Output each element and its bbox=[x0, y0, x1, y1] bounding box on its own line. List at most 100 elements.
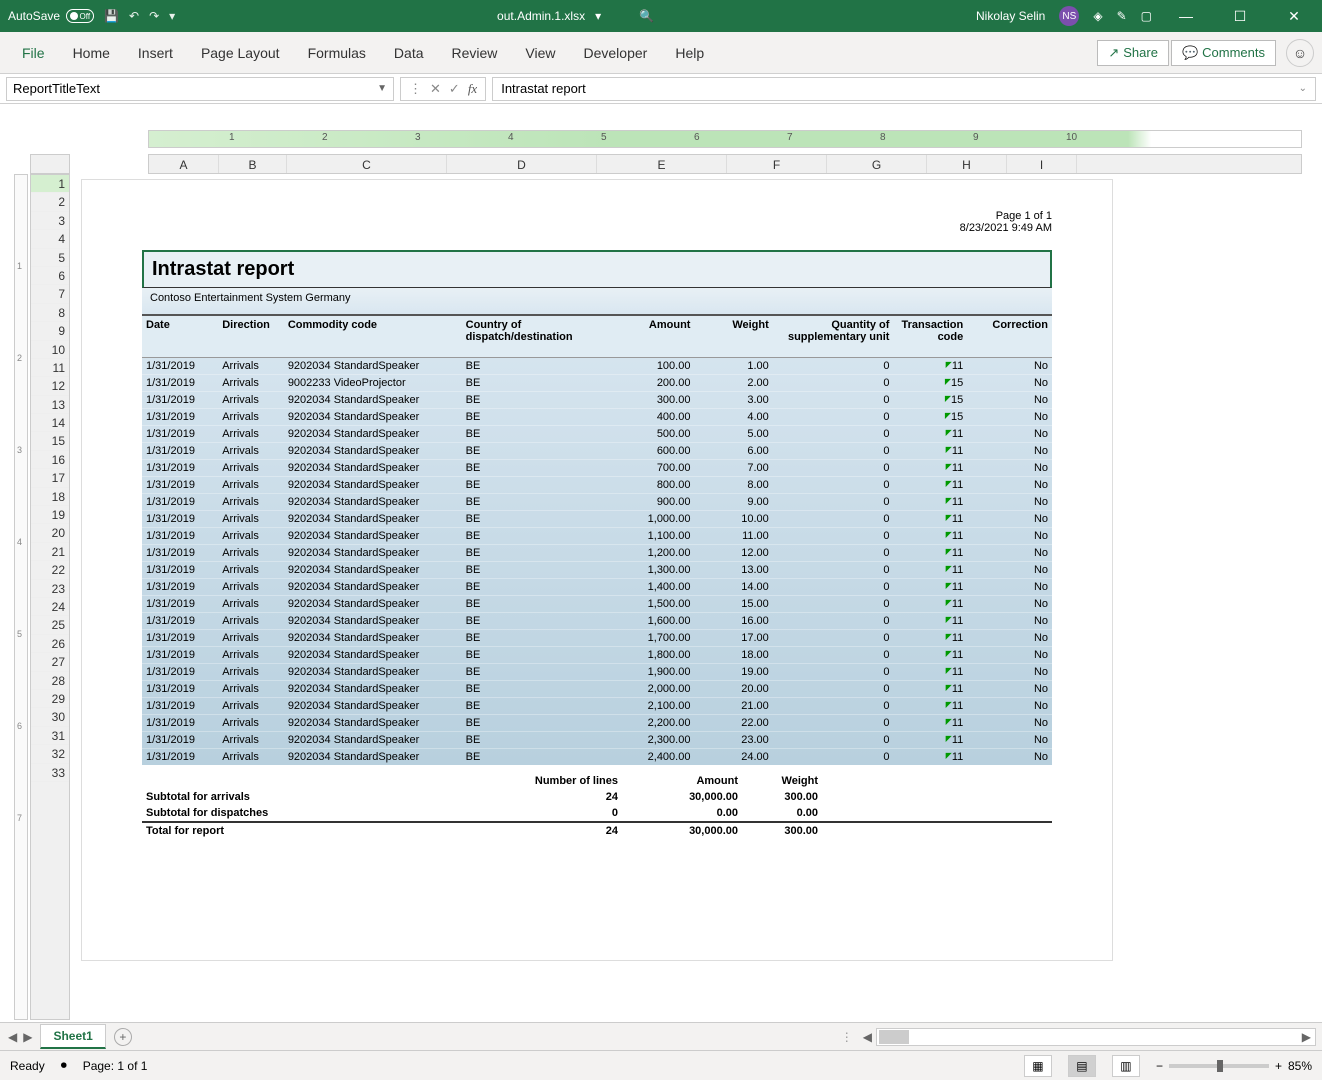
close-icon[interactable]: ✕ bbox=[1274, 8, 1314, 25]
row-header-3[interactable]: 3 bbox=[31, 212, 69, 230]
row-header-12[interactable]: 12 bbox=[31, 377, 69, 395]
col-header-D[interactable]: D bbox=[447, 155, 597, 173]
select-all-triangle[interactable] bbox=[30, 154, 70, 174]
row-header-33[interactable]: 33 bbox=[31, 764, 69, 782]
row-header-1[interactable]: 1 bbox=[31, 175, 69, 193]
formula-input[interactable]: Intrastat report ⌄ bbox=[492, 77, 1316, 101]
user-name[interactable]: Nikolay Selin bbox=[976, 9, 1045, 23]
row-header-18[interactable]: 18 bbox=[31, 488, 69, 506]
view-page-break-icon[interactable]: ▥ bbox=[1112, 1055, 1140, 1077]
col-header-C[interactable]: C bbox=[287, 155, 447, 173]
row-header-25[interactable]: 25 bbox=[31, 616, 69, 634]
add-sheet-icon[interactable]: + bbox=[114, 1028, 132, 1046]
tab-insert[interactable]: Insert bbox=[124, 37, 187, 69]
diamond-icon[interactable]: ◈ bbox=[1093, 9, 1102, 23]
row-header-28[interactable]: 28 bbox=[31, 672, 69, 690]
row-header-8[interactable]: 8 bbox=[31, 304, 69, 322]
tab-file[interactable]: File bbox=[8, 37, 59, 69]
row-header-24[interactable]: 24 bbox=[31, 598, 69, 616]
undo-icon[interactable]: ↶ bbox=[129, 9, 139, 23]
tab-developer[interactable]: Developer bbox=[570, 37, 662, 69]
row-header-32[interactable]: 32 bbox=[31, 745, 69, 763]
row-header-27[interactable]: 27 bbox=[31, 653, 69, 671]
view-page-layout-icon[interactable]: ▤ bbox=[1068, 1055, 1096, 1077]
hscroll-left-icon[interactable]: ◀ bbox=[859, 1030, 876, 1044]
row-header-15[interactable]: 15 bbox=[31, 432, 69, 450]
report-title-cell[interactable]: Intrastat report bbox=[142, 250, 1052, 288]
col-header-A[interactable]: A bbox=[149, 155, 219, 173]
col-header-G[interactable]: G bbox=[827, 155, 927, 173]
horizontal-ruler[interactable]: 12345678910 bbox=[148, 130, 1302, 148]
row-header-14[interactable]: 14 bbox=[31, 414, 69, 432]
row-header-23[interactable]: 23 bbox=[31, 580, 69, 598]
row-header-10[interactable]: 10 bbox=[31, 341, 69, 359]
tab-home[interactable]: Home bbox=[59, 37, 124, 69]
sheet-tab-active[interactable]: Sheet1 bbox=[40, 1024, 105, 1049]
row-header-6[interactable]: 6 bbox=[31, 267, 69, 285]
scrollbar-thumb[interactable] bbox=[879, 1030, 909, 1044]
tab-formulas[interactable]: Formulas bbox=[294, 37, 380, 69]
share-button[interactable]: ↗Share bbox=[1097, 40, 1169, 66]
save-icon[interactable]: 💾 bbox=[104, 9, 119, 23]
view-normal-icon[interactable]: ▦ bbox=[1024, 1055, 1052, 1077]
row-header-4[interactable]: 4 bbox=[31, 230, 69, 248]
row-header-20[interactable]: 20 bbox=[31, 524, 69, 542]
row-header-30[interactable]: 30 bbox=[31, 708, 69, 726]
row-header-19[interactable]: 19 bbox=[31, 506, 69, 524]
col-header-E[interactable]: E bbox=[597, 155, 727, 173]
filename-dropdown-icon[interactable]: ▾ bbox=[595, 9, 601, 23]
zoom-in-icon[interactable]: + bbox=[1275, 1059, 1282, 1073]
comments-button[interactable]: 💬Comments bbox=[1171, 40, 1276, 66]
autosave-toggle[interactable]: AutoSave Off bbox=[8, 9, 94, 23]
row-header-5[interactable]: 5 bbox=[31, 249, 69, 267]
row-header-17[interactable]: 17 bbox=[31, 469, 69, 487]
avatar[interactable]: NS bbox=[1059, 6, 1079, 26]
feedback-icon[interactable]: ☺ bbox=[1286, 39, 1314, 67]
row-header-21[interactable]: 21 bbox=[31, 543, 69, 561]
tab-page-layout[interactable]: Page Layout bbox=[187, 37, 294, 69]
col-header-B[interactable]: B bbox=[219, 155, 287, 173]
sheet-next-icon[interactable]: ▶ bbox=[23, 1030, 32, 1044]
row-header-2[interactable]: 2 bbox=[31, 193, 69, 211]
row-header-7[interactable]: 7 bbox=[31, 285, 69, 303]
row-header-29[interactable]: 29 bbox=[31, 690, 69, 708]
zoom-thumb[interactable] bbox=[1217, 1060, 1223, 1072]
tab-review[interactable]: Review bbox=[438, 37, 512, 69]
vertical-ruler[interactable]: 1234567 bbox=[14, 174, 28, 1020]
fx-icon[interactable]: fx bbox=[468, 81, 477, 97]
tab-help[interactable]: Help bbox=[661, 37, 718, 69]
tab-data[interactable]: Data bbox=[380, 37, 438, 69]
zoom-value[interactable]: 85% bbox=[1288, 1059, 1312, 1073]
zoom-slider[interactable] bbox=[1169, 1064, 1269, 1068]
enter-icon[interactable]: ✓ bbox=[449, 81, 460, 97]
hscroll-right-icon[interactable]: ▶ bbox=[1298, 1030, 1315, 1044]
col-header-I[interactable]: I bbox=[1007, 155, 1077, 173]
tab-view[interactable]: View bbox=[511, 37, 569, 69]
row-header-31[interactable]: 31 bbox=[31, 727, 69, 745]
formula-expand-icon[interactable]: ⌄ bbox=[1299, 83, 1307, 94]
qat-dropdown-icon[interactable]: ▾ bbox=[169, 9, 175, 23]
col-header-F[interactable]: F bbox=[727, 155, 827, 173]
splitter-grip-icon[interactable]: ⋮ bbox=[835, 1030, 859, 1044]
cancel-icon[interactable]: ✕ bbox=[430, 81, 441, 97]
search-icon[interactable]: 🔍 bbox=[639, 9, 654, 23]
chevron-down-icon[interactable]: ▼ bbox=[377, 83, 387, 94]
name-box[interactable]: ReportTitleText ▼ bbox=[6, 77, 394, 101]
redo-icon[interactable]: ↷ bbox=[149, 9, 159, 23]
maximize-icon[interactable]: ☐ bbox=[1220, 8, 1260, 25]
row-header-11[interactable]: 11 bbox=[31, 359, 69, 377]
filename-label[interactable]: out.Admin.1.xlsx bbox=[497, 9, 585, 23]
brush-icon[interactable]: ✎ bbox=[1117, 9, 1127, 23]
col-header-H[interactable]: H bbox=[927, 155, 1007, 173]
row-header-26[interactable]: 26 bbox=[31, 635, 69, 653]
sheet-prev-icon[interactable]: ◀ bbox=[8, 1030, 17, 1044]
horizontal-scrollbar[interactable]: ▶ bbox=[876, 1028, 1316, 1046]
ribbon-mode-icon[interactable]: ▢ bbox=[1141, 9, 1152, 23]
zoom-out-icon[interactable]: − bbox=[1156, 1059, 1163, 1073]
row-header-13[interactable]: 13 bbox=[31, 396, 69, 414]
row-header-9[interactable]: 9 bbox=[31, 322, 69, 340]
row-header-16[interactable]: 16 bbox=[31, 451, 69, 469]
macro-record-icon[interactable]: ⏺ bbox=[61, 1058, 67, 1073]
minimize-icon[interactable]: — bbox=[1166, 8, 1206, 24]
row-header-22[interactable]: 22 bbox=[31, 561, 69, 579]
